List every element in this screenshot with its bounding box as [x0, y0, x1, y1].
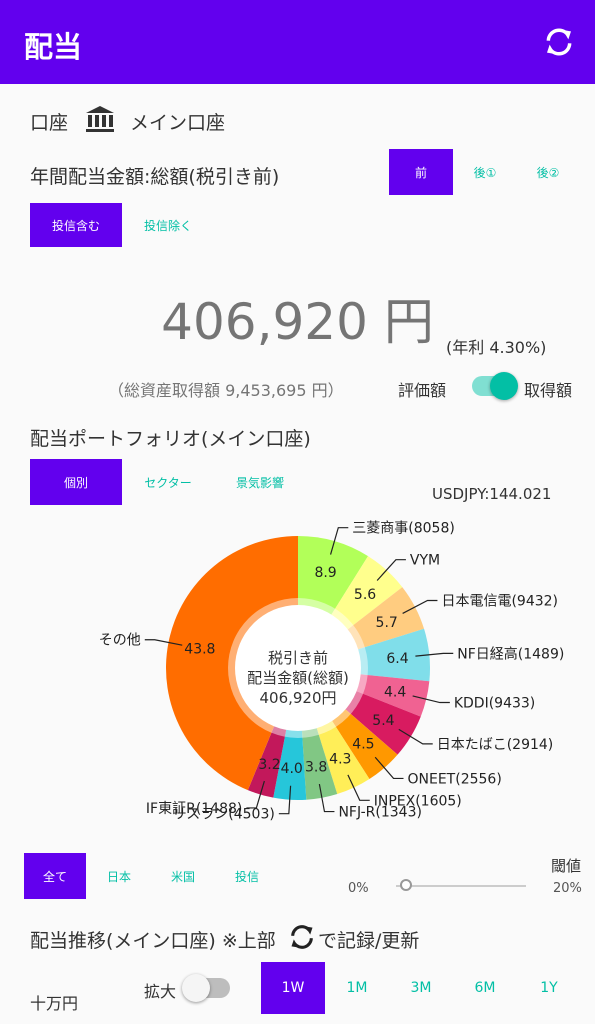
filter-funds-button[interactable]: 投信: [216, 853, 278, 899]
range-6m-button[interactable]: 6M: [455, 962, 515, 1014]
refresh-icon[interactable]: [543, 26, 575, 58]
threshold-slider-knob[interactable]: [400, 879, 413, 891]
view-economy-button[interactable]: 景気影響: [214, 459, 306, 505]
pie-value-label: 5.6: [354, 587, 376, 603]
filter-all-button[interactable]: 全て: [24, 853, 86, 899]
fx-rate: USDJPY:144.021: [432, 485, 552, 503]
view-individual-button[interactable]: 個別: [30, 459, 122, 505]
pie-value-label: 3.8: [305, 759, 327, 775]
pie-value-label: 6.4: [386, 651, 408, 667]
tax-after1-button[interactable]: 後①: [455, 149, 515, 195]
pie-value-label: 3.2: [258, 757, 280, 773]
trend-title-pre: 配当推移(メイン口座) ※上部: [30, 930, 276, 952]
pie-category-label: その他: [99, 633, 141, 649]
pie-category-label: 日本電信電(9432): [441, 593, 558, 609]
pie-value-label: 4.4: [384, 685, 406, 701]
pie-category-label: NFJ-R(1343): [338, 805, 422, 821]
threshold-label: 閾値: [551, 857, 582, 875]
account-name[interactable]: メイン口座: [130, 108, 225, 135]
filter-japan-button[interactable]: 日本: [88, 853, 150, 899]
dividend-pie-chart: 8.9 5.65.7 6.4 4.4 5.4 4.54.33.84.03.2 43.8 三菱…: [99, 521, 565, 823]
zoom-toggle-knob[interactable]: [182, 974, 210, 1002]
pie-category-label: IF東証R(1488): [146, 801, 242, 817]
bank-icon: [86, 106, 114, 132]
app-bar: 配当: [0, 0, 595, 84]
app-title: 配当: [24, 30, 83, 64]
toggle-right-label: 取得額: [524, 381, 573, 400]
pie-category-label: 日本たばこ(2914): [437, 737, 554, 753]
valuation-toggle-knob[interactable]: [490, 372, 518, 400]
tax-before-button[interactable]: 前: [389, 149, 453, 195]
pie-value-label: 5.7: [376, 615, 398, 631]
pie-center-line1: 税引き前: [268, 649, 328, 667]
pie-center-line2: 配当金額(総額): [247, 669, 349, 687]
pie-category-label: ONEET(2556): [408, 771, 502, 787]
view-sector-button[interactable]: セクター: [124, 459, 212, 505]
portfolio-title: 配当ポートフォリオ(メイン口座): [30, 428, 311, 450]
filter-us-button[interactable]: 米国: [152, 853, 214, 899]
pie-value-label: 4.0: [281, 761, 303, 777]
threshold-max: 20%: [553, 881, 582, 896]
range-3m-button[interactable]: 3M: [391, 962, 451, 1014]
trend-unit: 十万円: [30, 994, 79, 1013]
range-1y-button[interactable]: 1Y: [519, 962, 579, 1014]
range-1w-button[interactable]: 1W: [261, 962, 325, 1014]
annual-yield: (年利 4.30%): [446, 338, 547, 357]
trend-title-post: で記録/更新: [318, 930, 420, 952]
pie-category-label: NF日経高(1489): [457, 645, 564, 662]
zoom-label: 拡大: [144, 982, 177, 1001]
sync-icon: [291, 925, 313, 949]
pie-center-line3: 406,920円: [259, 689, 336, 707]
account-label: 口座: [30, 112, 69, 134]
pie-value-label: 4.3: [329, 752, 351, 768]
include-funds-button[interactable]: 投信含む: [30, 203, 122, 247]
pie-category-label: 三菱商事(8058): [352, 521, 455, 537]
total-cost: （総資産取得額 9,453,695 円）: [108, 381, 344, 400]
pie-category-label: VYM: [410, 553, 440, 569]
threshold-min: 0%: [348, 881, 369, 896]
exclude-funds-button[interactable]: 投信除く: [124, 203, 212, 247]
pie-hole: [235, 605, 361, 731]
pie-value-label: 5.4: [372, 713, 394, 729]
pie-value-label: 8.9: [314, 565, 336, 581]
range-1m-button[interactable]: 1M: [327, 962, 387, 1014]
pie-value-label: 43.8: [184, 642, 215, 658]
toggle-left-label: 評価額: [398, 381, 447, 400]
annual-title: 年間配当金額:総額(税引き前): [30, 166, 280, 188]
pie-value-label: 4.5: [352, 737, 374, 753]
tax-after2-button[interactable]: 後②: [518, 149, 578, 195]
threshold-slider-track[interactable]: [396, 885, 526, 887]
pie-category-label: KDDI(9433): [454, 696, 535, 712]
